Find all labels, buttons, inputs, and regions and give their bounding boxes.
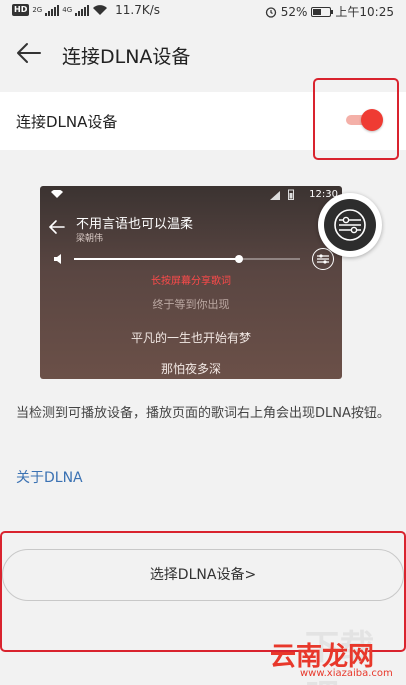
preview-signal-icon: [270, 191, 280, 200]
lyric-line: 终于等到你出现: [152, 298, 230, 311]
slider-thumb: [234, 255, 243, 263]
dlna-setting-label: 连接DLNA设备: [16, 113, 118, 131]
preview-battery-icon: [288, 189, 294, 200]
header: 连接DLNA设备: [0, 22, 406, 84]
preview-wifi-icon: [51, 190, 63, 198]
preview-status-bar: 12:30: [40, 186, 342, 204]
dlna-toggle[interactable]: [346, 109, 383, 131]
hd-badge: HD: [12, 4, 30, 16]
slider-fill: [74, 258, 239, 260]
volume-icon: [54, 254, 61, 264]
status-right: 52% 上午10:25: [265, 3, 394, 20]
lyric-line: 平凡的一生也开始有梦: [130, 331, 251, 345]
preview-song-title: 不用言语也可以温柔: [76, 217, 194, 232]
status-bar: HD 2G 4G 11.7K/s 52% 上午10:25: [0, 0, 406, 22]
dlna-icon-circle: [324, 199, 376, 251]
toggle-knob: [361, 109, 383, 131]
share-lyrics-hint: 长按屏幕分享歌词: [151, 276, 231, 287]
network-type-2: 4G: [62, 6, 73, 14]
about-dlna-link[interactable]: 关于DLNA: [16, 467, 83, 487]
preview-back-icon: [48, 220, 65, 234]
arrow-left-icon[interactable]: [14, 41, 42, 65]
network-speed: 11.7K/s: [115, 3, 161, 17]
status-left: HD 2G 4G 11.7K/s: [12, 3, 160, 17]
network-type-1: 2G: [32, 6, 43, 14]
preview-volume-slider: [74, 255, 300, 263]
page-title: 连接DLNA设备: [62, 46, 191, 68]
alarm-icon: [265, 6, 276, 18]
signal-icon: [45, 4, 60, 16]
wifi-icon: [93, 5, 108, 15]
select-dlna-device-button[interactable]: 选择DLNA设备>: [2, 549, 404, 601]
dlna-icon: [334, 209, 366, 241]
preview-dlna-icon: [312, 248, 334, 270]
lyric-line: 那怕夜多深: [160, 362, 221, 376]
watermark-domain: www.xiazaiba.com: [300, 668, 393, 679]
player-preview-image: 12:30 不用言语也可以温柔 梁朝伟 长按屏幕分享歌词 终于等到你出现 平凡的…: [40, 186, 342, 379]
battery-icon: [311, 6, 334, 17]
signal-icon: [75, 4, 90, 16]
dlna-description: 当检测到可播放设备，播放页面的歌词右上角会出现DLNA按钮。: [16, 406, 390, 421]
battery-percent: 52%: [280, 4, 308, 19]
preview-artist: 梁朝伟: [76, 234, 104, 244]
clock: 上午10:25: [335, 5, 394, 19]
dlna-button-magnified: [318, 193, 382, 257]
